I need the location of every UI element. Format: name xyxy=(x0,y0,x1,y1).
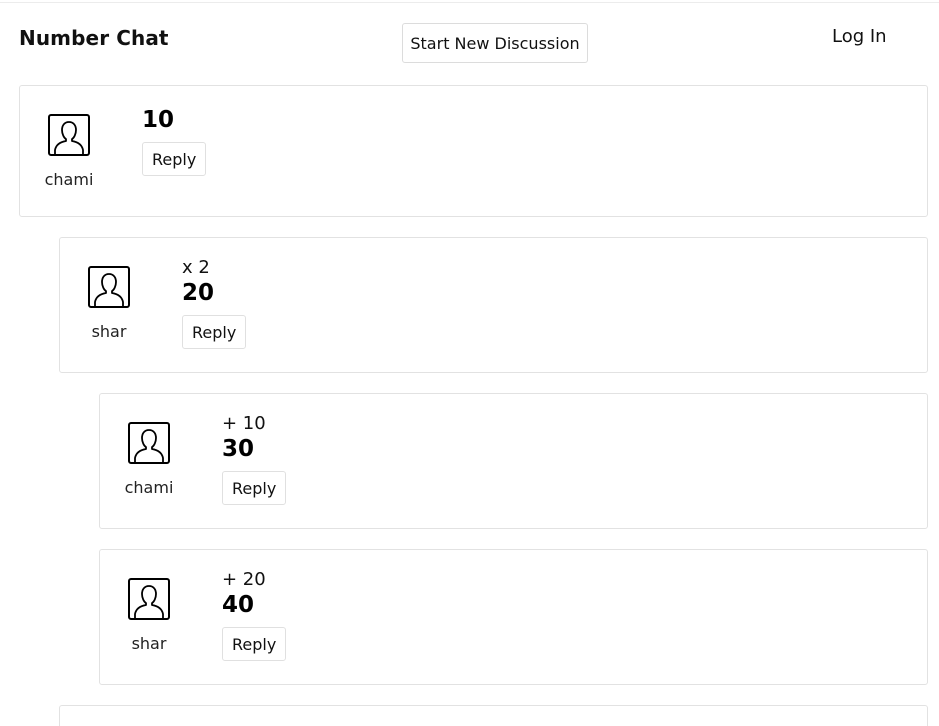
start-new-discussion-button[interactable]: Start New Discussion xyxy=(402,23,588,63)
post-author: chami xyxy=(119,422,179,497)
post-card: shar x 2 20 Reply xyxy=(59,237,928,373)
header: Number Chat Start New Discussion Log In xyxy=(0,0,939,80)
post-content: + 10 30 Reply xyxy=(222,413,287,505)
reply-button[interactable]: Reply xyxy=(222,471,287,505)
user-silhouette-icon xyxy=(48,114,90,156)
post-author: shar xyxy=(79,266,139,341)
reply-button[interactable]: Reply xyxy=(142,142,207,176)
app-title: Number Chat xyxy=(19,26,169,50)
post-username: chami xyxy=(124,478,174,497)
post-username: shar xyxy=(91,322,127,341)
post-card-partial xyxy=(59,705,928,726)
post-author: chami xyxy=(39,114,99,189)
post-card: shar + 20 40 Reply xyxy=(99,549,928,685)
user-silhouette-icon xyxy=(88,266,130,308)
post-author: shar xyxy=(119,578,179,653)
post-value: 30 xyxy=(222,436,255,462)
log-in-link[interactable]: Log In xyxy=(832,26,887,47)
post-username: chami xyxy=(44,170,94,189)
post-operation: x 2 xyxy=(182,257,210,278)
post-value: 40 xyxy=(222,592,255,618)
user-silhouette-icon xyxy=(128,578,170,620)
reply-button[interactable]: Reply xyxy=(182,315,247,349)
post-operation: + 10 xyxy=(222,413,266,434)
reply-button[interactable]: Reply xyxy=(222,627,287,661)
post-content: + 20 40 Reply xyxy=(222,569,287,661)
post-username: shar xyxy=(131,634,167,653)
post-value: 10 xyxy=(142,107,175,133)
user-silhouette-icon xyxy=(128,422,170,464)
post-value: 20 xyxy=(182,280,215,306)
post-operation: + 20 xyxy=(222,569,266,590)
post-card: chami + 10 30 Reply xyxy=(99,393,928,529)
post-content: 10 Reply xyxy=(142,106,207,176)
post-card: chami 10 Reply xyxy=(19,85,928,217)
post-content: x 2 20 Reply xyxy=(182,257,247,349)
